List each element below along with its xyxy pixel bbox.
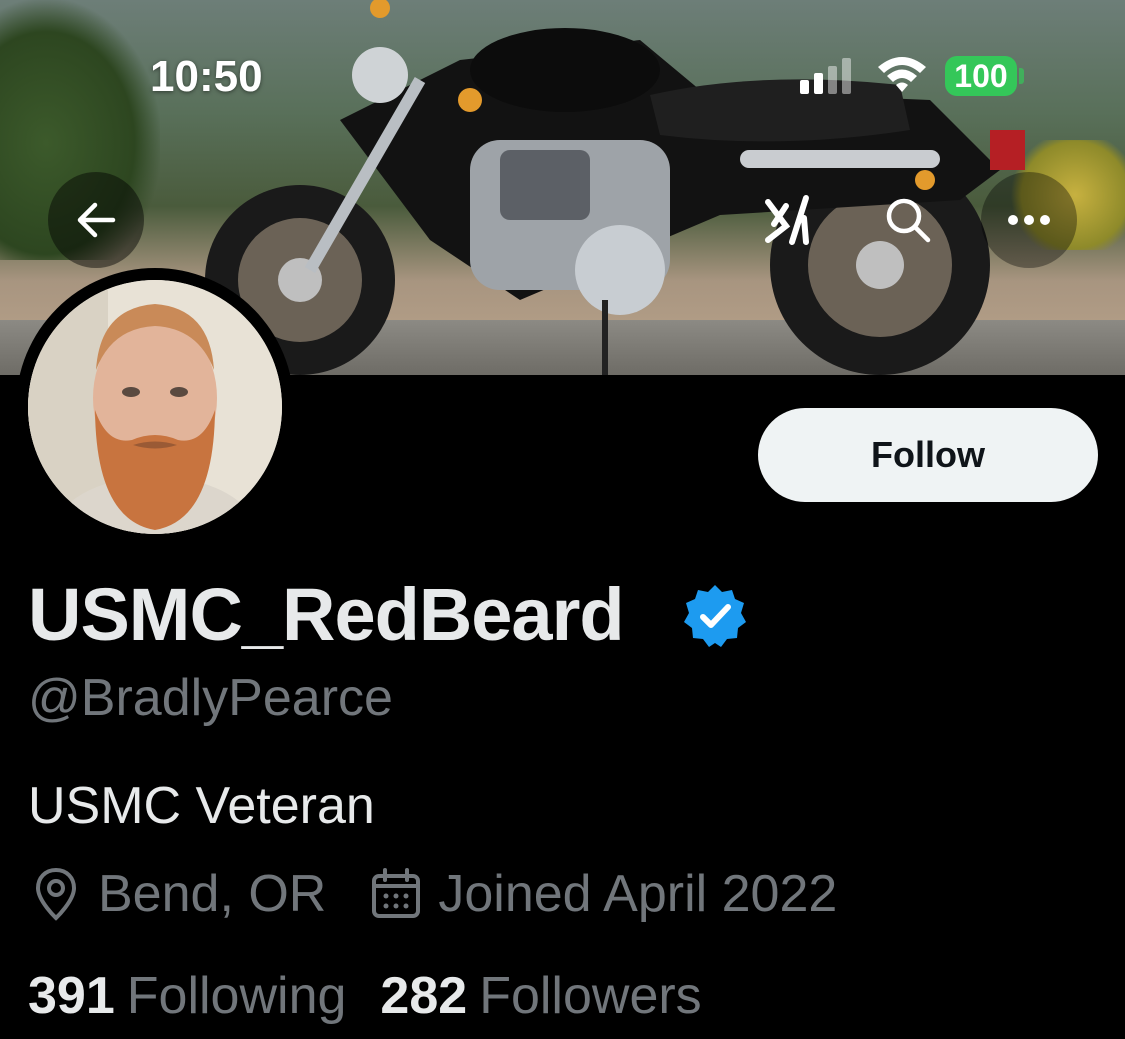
bio-text: USMC Veteran <box>28 777 375 835</box>
more-button[interactable] <box>981 172 1077 268</box>
follow-stats: 391 Following 282 Followers <box>28 964 702 1028</box>
location-text: Bend, OR <box>98 865 327 923</box>
arrow-left-icon <box>77 202 116 238</box>
followers-link[interactable]: 282 Followers <box>380 966 701 1026</box>
search-icon <box>886 198 931 243</box>
search-button[interactable] <box>876 188 940 252</box>
follow-button[interactable]: Follow <box>758 408 1098 502</box>
avatar[interactable] <box>28 280 282 534</box>
battery-level: 100 <box>954 57 1008 94</box>
more-horizontal-icon <box>1008 215 1050 225</box>
cellular-signal-icon <box>800 58 851 94</box>
profile-page: 10:50 100 Follow USMC_RedBeard @BradlyPe… <box>0 0 1125 1039</box>
following-link[interactable]: 391 Following <box>28 966 346 1026</box>
back-button[interactable] <box>48 172 144 268</box>
calendar-icon <box>372 868 421 918</box>
avatar-photo <box>28 280 282 534</box>
verified-badge-icon[interactable] <box>682 583 748 649</box>
battery-indicator: 100 <box>945 56 1017 96</box>
followers-count: 282 <box>380 967 468 1025</box>
following-count: 391 <box>28 967 115 1025</box>
battery-tip <box>1019 68 1024 84</box>
status-time: 10:50 <box>150 52 263 101</box>
profile-meta: Bend, OR Joined April 2022 <box>28 862 837 926</box>
grok-icon <box>765 195 809 245</box>
location-pin-icon <box>35 867 77 921</box>
user-handle: @BradlyPearce <box>28 669 393 727</box>
wifi-icon <box>878 57 926 92</box>
following-label: Following <box>126 967 347 1025</box>
joined-date-text: Joined April 2022 <box>438 865 838 923</box>
followers-label: Followers <box>479 967 702 1025</box>
display-name: USMC_RedBeard <box>28 573 625 656</box>
grok-button[interactable] <box>758 190 818 250</box>
